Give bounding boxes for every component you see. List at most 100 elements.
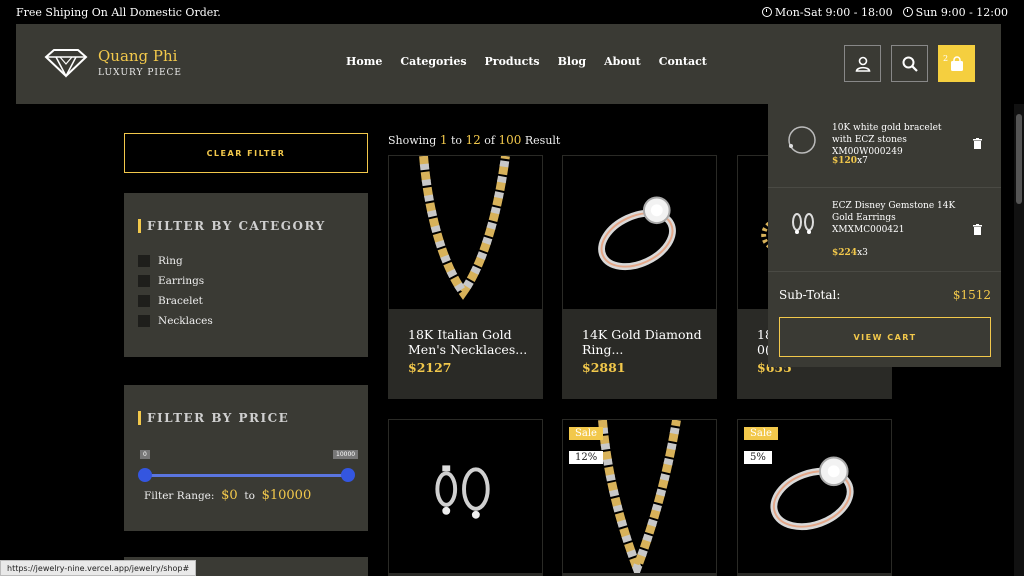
search-icon <box>902 56 918 72</box>
results-to-word: to <box>450 134 462 147</box>
clear-filter-button[interactable]: CLEAR FILTER <box>124 133 368 173</box>
category-checkbox[interactable] <box>138 255 150 267</box>
price-filter-title: FILTER BY PRICE <box>138 411 289 425</box>
results-of-word: of <box>484 134 495 147</box>
cart-item-unit-price: $120 <box>832 156 858 166</box>
category-filter-panel: FILTER BY CATEGORY Ring Earrings Bracele… <box>124 193 368 357</box>
category-label: Bracelet <box>158 295 203 307</box>
subtotal-label: Sub-Total: <box>779 288 841 302</box>
filter-range-min: $0 <box>221 488 238 503</box>
product-image[interactable] <box>562 155 717 310</box>
necklace-image <box>598 420 681 573</box>
slider-min-tooltip: 0 <box>140 450 150 459</box>
main-nav: Home Categories Products Blog About Cont… <box>346 55 707 68</box>
category-option-earrings[interactable]: Earrings <box>138 271 213 291</box>
price-filter-panel: FILTER BY PRICE 0 10000 Filter Range: $0… <box>124 385 368 531</box>
clock-icon <box>761 6 772 17</box>
cart-dropdown: 10K white gold bracelet with ECZ stones … <box>768 104 1001 367</box>
account-button[interactable] <box>844 45 881 82</box>
price-slider-track[interactable] <box>145 474 348 477</box>
category-option-bracelet[interactable]: Bracelet <box>138 291 213 311</box>
results-count: Showing 1 to 12 of 100 Result <box>388 133 560 147</box>
necklace-image <box>419 156 510 300</box>
nav-categories[interactable]: Categories <box>400 55 466 68</box>
product-card[interactable] <box>388 419 543 576</box>
product-price: $2881 <box>582 360 626 375</box>
results-suffix: Result <box>524 134 561 147</box>
cart-item-name[interactable]: ECZ Disney Gemstone 14K Gold Earrings XM… <box>832 200 962 236</box>
shipping-notice: Free Shiping On All Domestic Order. <box>16 5 221 19</box>
category-list: Ring Earrings Bracelet Necklaces <box>138 251 213 331</box>
product-card[interactable]: 18K Italian Gold Men's Necklaces... $212… <box>388 155 543 399</box>
nav-home[interactable]: Home <box>346 55 382 68</box>
opening-hours: Mon-Sat 9:00 - 18:00 Sun 9:00 - 12:00 <box>761 5 1008 19</box>
sale-badge: Sale <box>569 427 603 440</box>
product-name[interactable]: 18K Italian Gold Men's Necklaces... <box>408 327 533 357</box>
product-price: $2127 <box>408 360 452 375</box>
results-prefix: Showing <box>388 134 437 147</box>
slider-max-tooltip: 10000 <box>333 450 359 459</box>
cart-item-name[interactable]: 10K white gold bracelet with ECZ stones … <box>832 122 962 158</box>
category-checkbox[interactable] <box>138 295 150 307</box>
browser-status-url: https://jewelry-nine.vercel.app/jewelry/… <box>0 560 197 576</box>
trash-icon[interactable] <box>973 138 982 149</box>
weekday-hours-text: Mon-Sat 9:00 - 18:00 <box>774 5 893 19</box>
category-option-ring[interactable]: Ring <box>138 251 213 271</box>
sunday-hours-text: Sun 9:00 - 12:00 <box>915 5 1008 19</box>
product-image[interactable] <box>388 155 543 310</box>
category-filter-title: FILTER BY CATEGORY <box>138 219 326 233</box>
category-checkbox[interactable] <box>138 315 150 327</box>
price-slider-max-handle[interactable] <box>341 468 355 482</box>
ring-image <box>598 196 676 271</box>
earrings-image <box>435 465 490 519</box>
nav-contact[interactable]: Contact <box>659 55 707 68</box>
search-button[interactable] <box>891 45 928 82</box>
nav-products[interactable]: Products <box>485 55 540 68</box>
category-label: Necklaces <box>158 315 213 327</box>
filter-range-label: Filter Range: <box>144 490 215 502</box>
filter-range-text: Filter Range: $0 to $10000 <box>144 488 311 503</box>
site-header: Quang Phi LUXURY PIECE Home Categories P… <box>16 24 1001 104</box>
diamond-logo-icon <box>44 49 88 78</box>
product-image[interactable] <box>737 419 892 574</box>
category-label: Earrings <box>158 275 205 287</box>
weekday-hours: Mon-Sat 9:00 - 18:00 <box>761 5 893 19</box>
category-label: Ring <box>158 255 183 267</box>
category-checkbox[interactable] <box>138 275 150 287</box>
product-name[interactable]: 14K Gold Diamond Ring... <box>582 327 707 357</box>
scrollbar-thumb[interactable] <box>1016 114 1022 204</box>
shopping-bag-icon <box>950 55 963 71</box>
cart-item[interactable]: ECZ Disney Gemstone 14K Gold Earrings XM… <box>768 188 1001 272</box>
user-icon <box>855 56 870 72</box>
brand-logo[interactable]: Quang Phi LUXURY PIECE <box>44 48 182 78</box>
discount-badge: 12% <box>569 451 604 464</box>
cart-item-qty: x3 <box>857 248 868 258</box>
product-card[interactable]: Sale 12% <box>562 419 717 576</box>
sunday-hours: Sun 9:00 - 12:00 <box>902 5 1008 19</box>
brand-tagline: LUXURY PIECE <box>98 68 182 78</box>
nav-about[interactable]: About <box>604 55 641 68</box>
cart-item-price: $120x7 <box>832 156 868 166</box>
view-cart-button[interactable]: VIEW CART <box>779 317 991 357</box>
cart-item[interactable]: 10K white gold bracelet with ECZ stones … <box>768 104 1001 188</box>
filter-range-max: $10000 <box>261 488 312 503</box>
category-option-necklaces[interactable]: Necklaces <box>138 311 213 331</box>
product-image[interactable] <box>562 419 717 574</box>
bracelet-thumbnail <box>788 126 816 154</box>
product-image[interactable] <box>388 419 543 574</box>
price-slider-min-handle[interactable] <box>138 468 152 482</box>
page-scrollbar[interactable] <box>1014 104 1024 576</box>
cart-button[interactable]: 2 <box>938 45 975 82</box>
cart-count-badge: 2 <box>943 54 949 63</box>
results-total: 100 <box>498 133 522 147</box>
product-card[interactable]: Sale 5% <box>737 419 892 576</box>
nav-blog[interactable]: Blog <box>558 55 587 68</box>
product-card[interactable]: 14K Gold Diamond Ring... $2881 <box>562 155 717 399</box>
cart-item-qty: x7 <box>857 156 868 166</box>
subtotal-value: $1512 <box>952 288 991 302</box>
cart-item-unit-price: $224 <box>832 248 858 258</box>
results-to: 12 <box>465 133 481 147</box>
trash-icon[interactable] <box>973 224 982 235</box>
results-from: 1 <box>439 133 448 147</box>
sale-badge: Sale <box>744 427 778 440</box>
